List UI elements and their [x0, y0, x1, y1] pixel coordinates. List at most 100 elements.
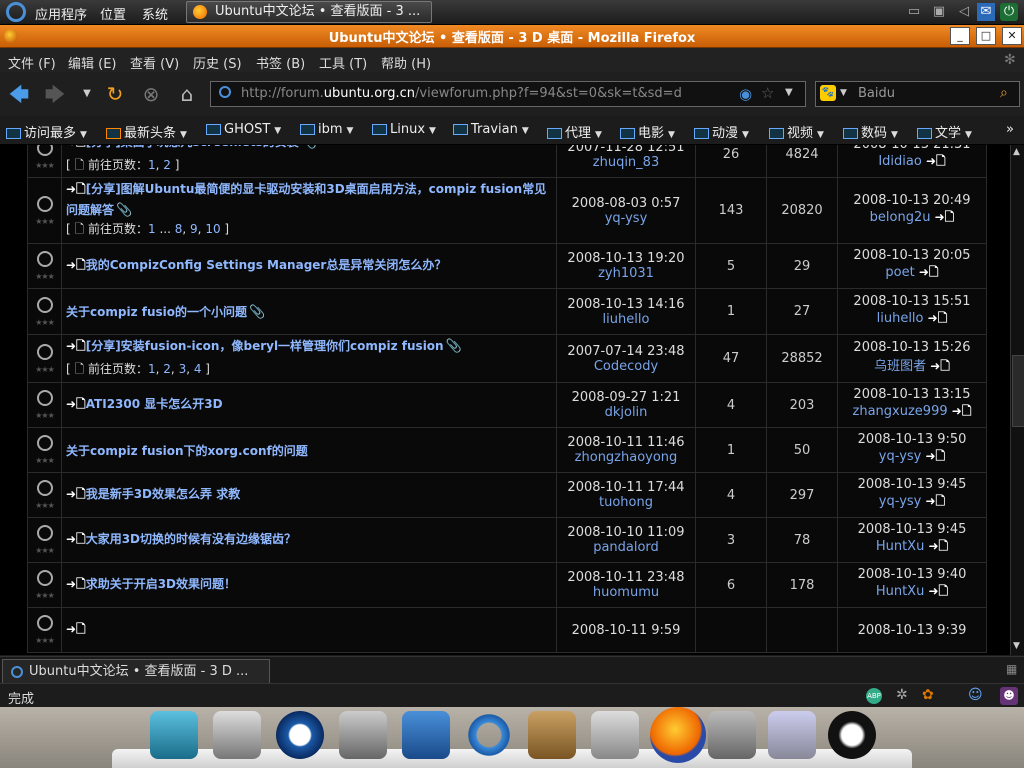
home-icon[interactable]: ⌂ — [174, 82, 200, 106]
author-link[interactable]: Codecody — [557, 359, 695, 374]
vertical-scrollbar[interactable]: ▲ ▼ — [1010, 145, 1024, 655]
ubuntu-logo-icon[interactable] — [6, 2, 26, 22]
addon-icon[interactable]: ☻ — [1000, 687, 1018, 705]
bookmark-folder-video[interactable]: 视频 ▼ — [769, 122, 824, 141]
forward-arrow-icon[interactable]: 🡆 — [42, 82, 68, 106]
chat-icon[interactable]: ☺ — [968, 687, 983, 703]
bookmarks-overflow-chevron-icon[interactable]: » — [1006, 122, 1014, 137]
bookmark-folder-movies[interactable]: 电影 ▼ — [620, 122, 675, 141]
topic-title-link[interactable]: 我的CompizConfig Settings Manager总是异常关闭怎么办… — [86, 258, 447, 272]
menu-history[interactable]: 历史 (S) — [193, 53, 242, 72]
applications-menu[interactable]: 应用程序 — [35, 4, 87, 23]
notification-icon[interactable]: ✉ — [977, 3, 995, 21]
clock-icon[interactable] — [276, 711, 324, 759]
menu-help[interactable]: 帮助 (H) — [381, 53, 431, 72]
calculator-icon[interactable] — [708, 711, 756, 759]
gimp-icon[interactable] — [768, 711, 816, 759]
media-player-icon[interactable] — [339, 711, 387, 759]
package-manager-icon[interactable] — [528, 711, 576, 759]
author-link[interactable]: zyh1031 — [557, 266, 695, 281]
goto-newest-icon[interactable]: ➜🗋 — [66, 339, 86, 353]
topic-title-link[interactable]: [分享]桌面小玩意儿screenlets的安装 — [86, 145, 299, 149]
menu-tools[interactable]: 工具 (T) — [319, 53, 367, 72]
search-input[interactable]: Baidu — [858, 86, 895, 101]
goto-last-post-icon[interactable]: ➜🗋 — [919, 265, 939, 279]
last-poster-link[interactable]: belong2u — [870, 210, 931, 225]
goto-last-post-icon[interactable]: ➜🗋 — [926, 154, 946, 168]
history-dropdown-icon[interactable]: ▼ — [74, 82, 100, 106]
topic-title-link[interactable]: 大家用3D切换的时候有没有边缘锯齿？ — [86, 532, 296, 546]
menu-view[interactable]: 查看 (V) — [130, 53, 179, 72]
stop-icon[interactable]: ⊗ — [138, 82, 164, 106]
goto-newest-icon[interactable]: ➜🗋 — [66, 397, 86, 411]
maximize-button[interactable]: □ — [976, 27, 996, 45]
taskbar-window-button[interactable]: Ubuntu中文论坛 • 查看版面 - 3 ... — [186, 1, 432, 23]
menu-file[interactable]: 文件 (F) — [8, 53, 56, 72]
tab-list-icon[interactable]: ▦ — [1006, 662, 1017, 676]
topic-title-link[interactable]: 求助关于开启3D效果问题！ — [86, 577, 236, 591]
last-poster-link[interactable]: zhangxuze999 — [853, 404, 948, 419]
goto-last-post-icon[interactable]: ➜🗋 — [928, 539, 948, 553]
last-poster-link[interactable]: Ididiao — [878, 154, 921, 169]
author-link[interactable]: zhuqin_83 — [557, 155, 695, 170]
goto-last-post-icon[interactable]: ➜🗋 — [930, 359, 950, 373]
qq-penguin-icon[interactable] — [828, 711, 876, 759]
rss-feed-icon[interactable]: ◉ — [739, 85, 752, 103]
bookmark-star-icon[interactable]: ☆ — [761, 84, 774, 102]
goto-newest-icon[interactable]: ➜🗋 — [66, 622, 86, 636]
scrollbar-thumb[interactable] — [1012, 355, 1024, 427]
menu-bookmarks[interactable]: 书签 (B) — [256, 53, 305, 72]
last-poster-link[interactable]: yq-ysy — [879, 494, 922, 509]
search-box[interactable]: 🐾 ▼ Baidu ⌕ — [815, 81, 1020, 107]
close-button[interactable]: ✕ — [1002, 27, 1022, 45]
topic-title-link[interactable]: 关于compiz fusion下的xorg.conf的问题 — [66, 444, 308, 458]
volume-icon[interactable]: ◁ — [955, 3, 973, 21]
network-icon[interactable]: ▣ — [930, 3, 948, 21]
page-link[interactable]: 4 — [194, 362, 202, 376]
url-dropdown-icon[interactable]: ▼ — [785, 87, 793, 98]
last-poster-link[interactable]: yq-ysy — [879, 449, 922, 464]
page-link[interactable]: 3 — [179, 362, 187, 376]
goto-newest-icon[interactable]: ➜🗋 — [66, 532, 86, 546]
extension-icon[interactable]: ✿ — [922, 687, 934, 703]
window-titlebar[interactable]: Ubuntu中文论坛 • 查看版面 - 3 D 桌面 - Mozilla Fir… — [0, 25, 1024, 48]
screenshot-icon[interactable] — [213, 711, 261, 759]
goto-last-post-icon[interactable]: ➜🗋 — [926, 449, 946, 463]
page-link[interactable]: 1 — [148, 158, 156, 172]
last-poster-link[interactable]: poet — [885, 265, 914, 280]
baidu-engine-icon[interactable]: 🐾 — [820, 85, 836, 101]
author-link[interactable]: pandalord — [557, 540, 695, 555]
goto-newest-icon[interactable]: ➜🗋 — [66, 258, 86, 272]
bookmark-folder-ibm[interactable]: ibm ▼ — [300, 122, 353, 137]
bookmark-folder-ghost[interactable]: GHOST ▼ — [206, 122, 281, 137]
ubuntu-logo-icon[interactable] — [465, 711, 513, 759]
logout-icon[interactable] — [150, 711, 198, 759]
bookmark-folder-travian[interactable]: Travian ▼ — [453, 122, 529, 137]
goto-newest-icon[interactable]: ➜🗋 — [66, 487, 86, 501]
bookmark-most-visited[interactable]: 访问最多 ▼ — [6, 122, 87, 141]
menu-edit[interactable]: 编辑 (E) — [68, 53, 117, 72]
author-link[interactable]: huomumu — [557, 585, 695, 600]
last-poster-link[interactable]: HuntXu — [876, 539, 925, 554]
bookmark-folder-literature[interactable]: 文学 ▼ — [917, 122, 972, 141]
scroll-down-icon[interactable]: ▼ — [1013, 641, 1020, 651]
back-arrow-icon[interactable]: 🡄 — [6, 82, 32, 106]
goto-last-post-icon[interactable]: ➜🗋 — [928, 311, 948, 325]
goto-newest-icon[interactable]: ➜🗋 — [66, 182, 86, 196]
search-magnifier-icon[interactable]: ⌕ — [1000, 85, 1008, 101]
bookmark-folder-linux[interactable]: Linux ▼ — [372, 122, 436, 137]
goto-last-post-icon[interactable]: ➜🗋 — [926, 494, 946, 508]
page-link[interactable]: 9 — [190, 222, 198, 236]
last-poster-link[interactable]: 乌班图者 — [874, 359, 926, 374]
topic-title-link[interactable]: 关于compiz fusio的一个小问题 — [66, 305, 247, 319]
page-link[interactable]: 8 — [175, 222, 183, 236]
goto-newest-icon[interactable]: ➜🗋 — [66, 577, 86, 591]
terminal-icon[interactable] — [591, 711, 639, 759]
engine-dropdown-icon[interactable]: ▼ — [840, 88, 847, 98]
topic-title-link[interactable]: ATI2300 显卡怎么开3D — [86, 397, 223, 411]
url-bar[interactable]: http://forum.ubuntu.org.cn/viewforum.php… — [210, 81, 806, 107]
firefox-icon[interactable] — [650, 707, 706, 763]
page-link[interactable]: 1 — [148, 222, 156, 236]
goto-newest-icon[interactable]: ➜🗋 — [66, 145, 86, 149]
goto-last-post-icon[interactable]: ➜🗋 — [952, 404, 972, 418]
